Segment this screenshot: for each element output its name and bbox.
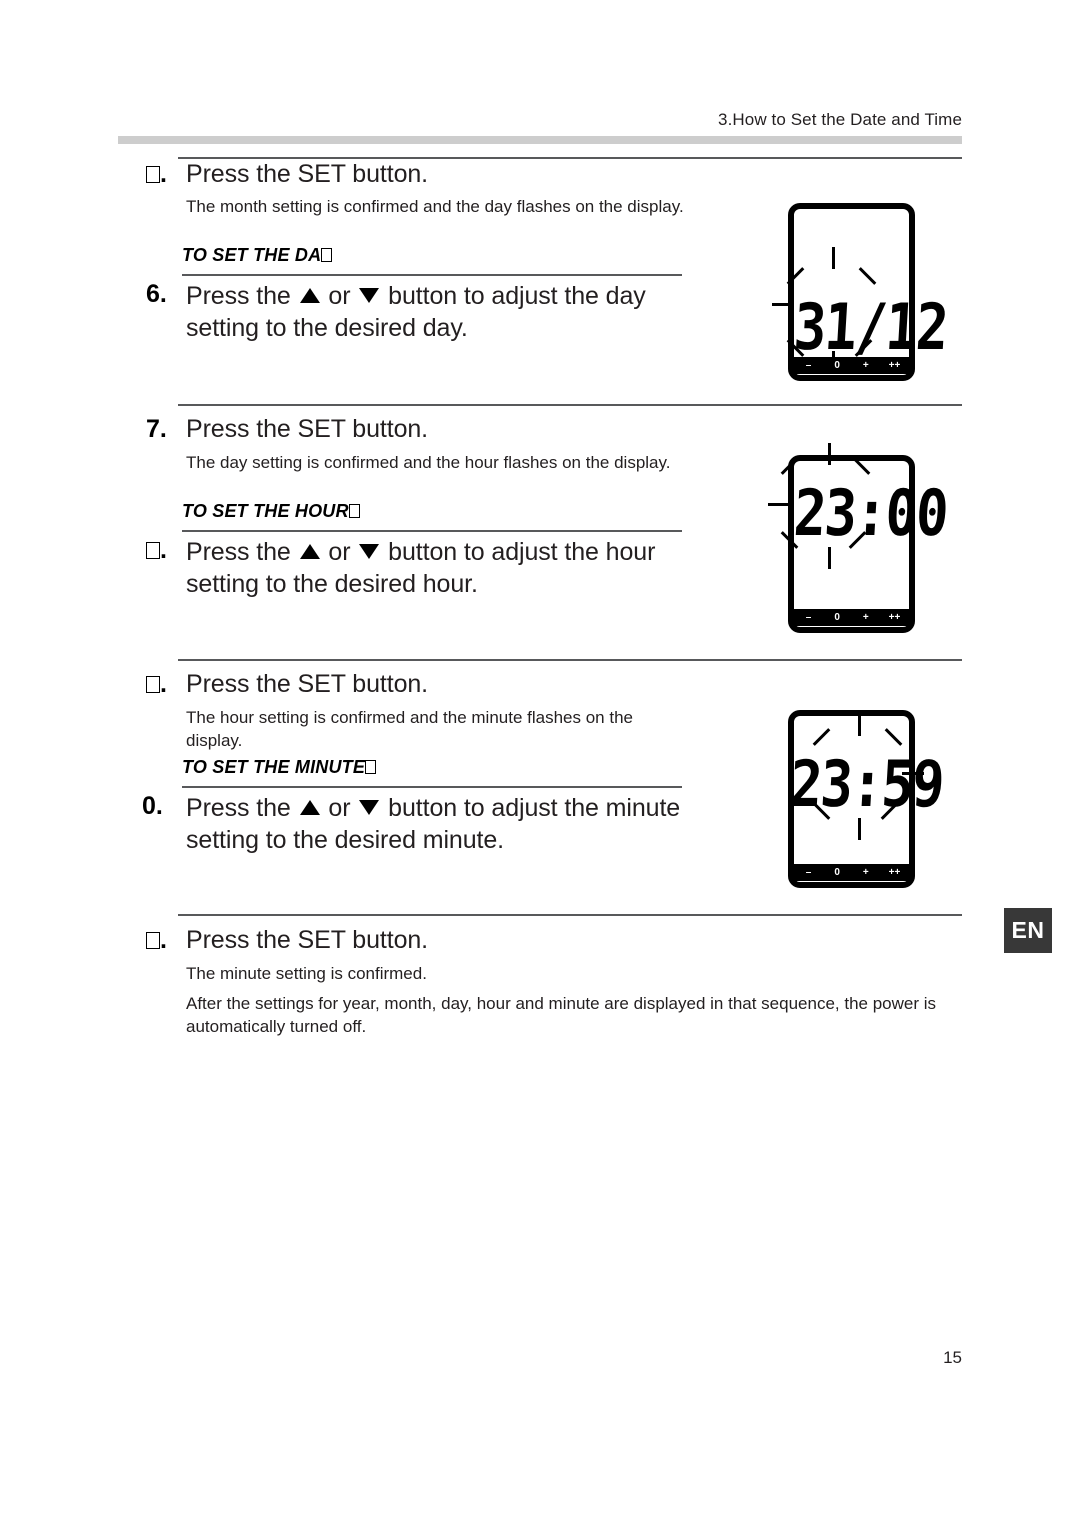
step-title-8: Press the or button to adjust the hour s… <box>186 538 656 598</box>
step-body-7: The day setting is confirmed and the hou… <box>186 453 671 472</box>
step-number-7: 7. <box>146 415 167 443</box>
step-number-5: . <box>146 160 167 189</box>
step-body-9: The hour setting is confirmed and the mi… <box>186 708 633 750</box>
sub-section-rule <box>182 786 682 788</box>
missing-glyph-box <box>146 676 160 693</box>
step-body-11-extra: After the settings for year, month, day,… <box>186 994 937 1036</box>
step-title-10: Press the or button to adjust the minute… <box>186 794 681 854</box>
lcd-button-minus: – <box>805 359 812 371</box>
step-title-5: Press the SET button. <box>186 160 429 188</box>
language-tab-en[interactable]: EN <box>1004 908 1052 953</box>
sub-section-rule <box>182 530 682 532</box>
lcd-button-plus: + <box>862 359 869 371</box>
lcd-button-plus-plus: ++ <box>888 611 901 623</box>
step-number-10: 0. <box>142 792 163 820</box>
section-rule <box>178 157 962 159</box>
up-arrow-icon <box>299 800 320 815</box>
lcd-button-strip: – 0 + ++ <box>792 864 911 881</box>
missing-glyph-box <box>146 542 160 559</box>
up-arrow-icon <box>299 544 320 559</box>
flash-mark <box>772 303 794 306</box>
lcd-button-minus: – <box>805 866 812 878</box>
lcd-day-display: 31/12 – 0 + ++ <box>772 203 949 381</box>
lcd-button-zero: 0 <box>834 866 840 878</box>
sub-heading-day: TO SET THE DA <box>182 245 333 266</box>
lcd-button-plus-plus: ++ <box>888 359 901 371</box>
step-body-11: The minute setting is confirmed. <box>186 964 427 983</box>
flash-mark <box>832 247 835 269</box>
step-number-11: . <box>146 926 167 955</box>
flash-mark <box>902 772 924 775</box>
lcd-button-strip: – 0 + ++ <box>792 357 911 374</box>
step-body-5: The month setting is confirmed and the d… <box>186 197 684 216</box>
lcd-button-strip: – 0 + ++ <box>792 609 911 626</box>
step-title-7: Press the SET button. <box>186 415 429 443</box>
flash-mark <box>828 443 831 465</box>
lcd-button-zero: 0 <box>834 611 840 623</box>
sub-section-rule <box>182 274 682 276</box>
missing-glyph-box <box>321 248 333 262</box>
sub-heading-hour: TO SET THE HOUR <box>182 501 360 522</box>
missing-glyph-box <box>365 760 377 774</box>
flash-mark <box>858 714 861 736</box>
flash-mark <box>828 547 831 569</box>
lcd-hour-display: 23:00 – 0 + ++ <box>768 443 949 633</box>
lcd-button-minus: – <box>805 611 812 623</box>
manual-page: 3.How to Set the Date and Time . Press t… <box>0 0 1080 1528</box>
step-number-8: . <box>146 536 167 565</box>
running-header: 3.How to Set the Date and Time <box>718 110 962 129</box>
page-number: 15 <box>943 1348 962 1367</box>
down-arrow-icon <box>359 288 380 303</box>
lcd-digits-value: 23:00 <box>791 476 949 551</box>
flash-mark <box>768 503 790 506</box>
section-rule <box>178 659 962 661</box>
section-rule <box>178 914 962 916</box>
missing-glyph-box <box>146 166 160 183</box>
down-arrow-icon <box>359 800 380 815</box>
up-arrow-icon <box>299 288 320 303</box>
header-gray-bar <box>118 136 962 144</box>
sub-heading-minute: TO SET THE MINUTE <box>182 757 377 778</box>
lcd-button-plus: + <box>862 866 869 878</box>
step-title-9: Press the SET button. <box>186 670 429 698</box>
lcd-button-zero: 0 <box>834 359 840 371</box>
lcd-minute-display: 23:59 – 0 + ++ <box>780 710 945 888</box>
section-rule <box>178 404 962 406</box>
step-number-9: . <box>146 670 167 699</box>
lcd-button-plus-plus: ++ <box>888 866 901 878</box>
missing-glyph-box <box>348 504 360 518</box>
flash-mark <box>858 818 861 840</box>
step-title-11: Press the SET button. <box>186 926 429 954</box>
step-number-6: 6. <box>146 280 167 308</box>
lcd-button-plus: + <box>862 611 869 623</box>
step-title-6: Press the or button to adjust the day se… <box>186 282 646 342</box>
down-arrow-icon <box>359 544 380 559</box>
lcd-digits-value: 31/12 <box>791 290 949 365</box>
missing-glyph-box <box>146 932 160 949</box>
